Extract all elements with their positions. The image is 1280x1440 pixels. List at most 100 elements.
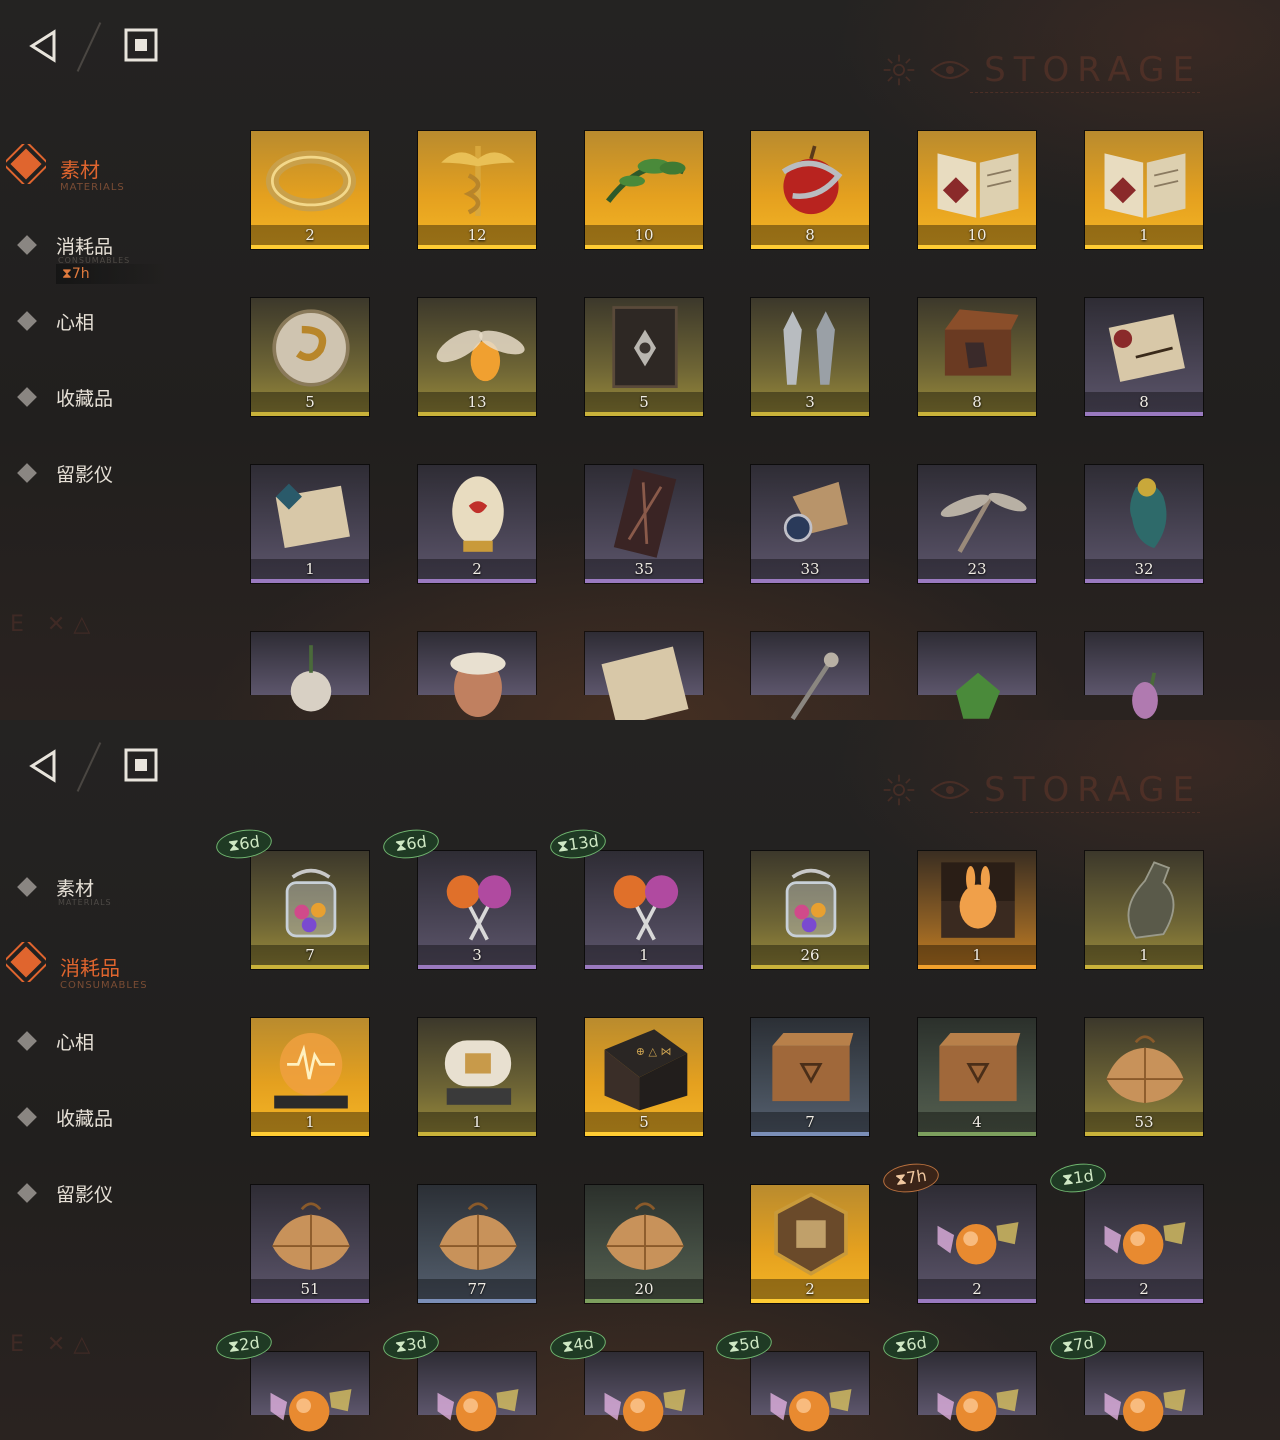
item-slot[interactable] — [417, 1351, 537, 1432]
item-count: 2 — [805, 1280, 815, 1298]
item-count: 1 — [305, 560, 315, 578]
storage-title: STORAGE — [984, 50, 1202, 90]
item-slot[interactable] — [584, 631, 704, 720]
item-slot[interactable]: 51 — [250, 1184, 370, 1304]
item-slot[interactable] — [917, 1351, 1037, 1432]
item-count: 8 — [805, 226, 815, 244]
candies-icon — [937, 1222, 1019, 1265]
item-slot[interactable]: 7 — [750, 1017, 870, 1137]
item-slot[interactable]: 3 — [417, 850, 537, 970]
item-slot[interactable]: 20 — [584, 1184, 704, 1304]
sidebar-item-sublabel: MATERIALS — [60, 182, 125, 193]
item-count: 5 — [639, 393, 649, 411]
item-slot[interactable]: 8 — [750, 130, 870, 250]
rarity-strip — [918, 1132, 1036, 1136]
item-slot[interactable]: 2 — [250, 130, 370, 250]
item-count: 5 — [639, 1113, 649, 1131]
puzzle-hexagon-icon — [774, 1192, 848, 1276]
rarity-strip — [751, 965, 869, 969]
item-slot[interactable]: 1 — [1084, 850, 1204, 970]
item-count: 8 — [972, 393, 982, 411]
item-slot[interactable]: 1 — [250, 464, 370, 584]
item-slot[interactable] — [250, 1351, 370, 1432]
back-button[interactable] — [24, 746, 64, 786]
item-slot[interactable]: 5 — [584, 297, 704, 417]
sidebar-item-label: 心相 — [56, 1032, 95, 1054]
item-slot[interactable]: 33 — [750, 464, 870, 584]
scroll-icon — [1108, 314, 1185, 382]
diamond-icon — [17, 311, 37, 331]
candies-icon — [270, 1389, 352, 1432]
item-slot[interactable]: 1 — [417, 1017, 537, 1137]
gem-icon — [955, 672, 1001, 719]
home-button[interactable] — [124, 748, 158, 782]
deco-glyphs: E ✕△ — [10, 612, 99, 637]
item-slot[interactable] — [250, 631, 370, 712]
item-slot[interactable]: 10 — [584, 130, 704, 250]
rarity-strip — [1085, 1132, 1203, 1136]
item-slot[interactable]: 53 — [1084, 1017, 1204, 1137]
capsule-machine-icon — [444, 1040, 512, 1105]
eye-emblem-icon — [930, 61, 970, 79]
rarity-strip — [251, 245, 369, 249]
brand-divider — [970, 812, 1200, 817]
item-slot[interactable]: ⊕ △ ⋈ 5 — [584, 1017, 704, 1137]
item-slot[interactable] — [750, 1351, 870, 1432]
item-count: 10 — [634, 226, 654, 244]
candy-jar-icon — [285, 868, 337, 938]
header-divider — [76, 22, 102, 72]
item-slot[interactable] — [1084, 1351, 1204, 1432]
item-slot[interactable]: 5 — [250, 297, 370, 417]
item-slot[interactable]: 8 — [1084, 297, 1204, 417]
item-slot[interactable] — [1084, 631, 1204, 720]
header-divider — [76, 742, 102, 792]
item-slot[interactable] — [417, 631, 537, 717]
item-slot[interactable]: 2 — [917, 1184, 1037, 1304]
back-button[interactable] — [24, 26, 64, 66]
item-slot[interactable] — [917, 631, 1037, 719]
item-count: 32 — [1134, 560, 1154, 578]
item-slot[interactable]: 7 — [250, 850, 370, 970]
item-slot[interactable]: 77 — [417, 1184, 537, 1304]
jeweled-egg-icon — [452, 476, 504, 552]
laurel-icon — [606, 158, 686, 203]
item-count: 1 — [472, 1113, 482, 1131]
item-slot[interactable]: 13 — [417, 297, 537, 417]
candies-icon — [937, 1389, 1019, 1432]
item-slot[interactable]: 12 — [417, 130, 537, 250]
diamond-icon — [17, 877, 37, 897]
item-slot[interactable]: 1 — [584, 850, 704, 970]
item-slot[interactable]: 1 — [250, 1017, 370, 1137]
rarity-strip — [418, 1132, 536, 1136]
item-slot[interactable]: 4 — [917, 1017, 1037, 1137]
rarity-strip — [585, 965, 703, 969]
rarity-strip — [251, 965, 369, 969]
rarity-strip — [1085, 412, 1203, 416]
item-slot[interactable]: 8 — [917, 297, 1037, 417]
firefly-icon — [436, 330, 525, 382]
item-count: 23 — [967, 560, 987, 578]
item-slot[interactable]: 23 — [917, 464, 1037, 584]
item-slot[interactable] — [750, 631, 870, 720]
home-button[interactable] — [124, 28, 158, 62]
item-slot[interactable]: 2 — [1084, 1184, 1204, 1304]
item-slot[interactable]: 2 — [417, 464, 537, 584]
item-slot[interactable]: 2 — [750, 1184, 870, 1304]
item-count: 1 — [1139, 946, 1149, 964]
item-slot[interactable]: 1 — [917, 850, 1037, 970]
item-slot[interactable]: 1 — [1084, 130, 1204, 250]
item-slot[interactable]: 26 — [750, 850, 870, 970]
item-count: 1 — [1139, 226, 1149, 244]
home-icon — [124, 28, 158, 66]
rarity-strip — [1085, 245, 1203, 249]
item-slot[interactable]: 32 — [1084, 464, 1204, 584]
rarity-strip — [918, 965, 1036, 969]
item-slot[interactable]: 35 — [584, 464, 704, 584]
diamond-icon — [17, 1183, 37, 1203]
rarity-strip — [585, 245, 703, 249]
item-slot[interactable]: 10 — [917, 130, 1037, 250]
item-slot[interactable]: 3 — [750, 297, 870, 417]
brass-sphere-icon — [272, 309, 350, 387]
item-slot[interactable] — [584, 1351, 704, 1432]
rarity-strip — [418, 245, 536, 249]
